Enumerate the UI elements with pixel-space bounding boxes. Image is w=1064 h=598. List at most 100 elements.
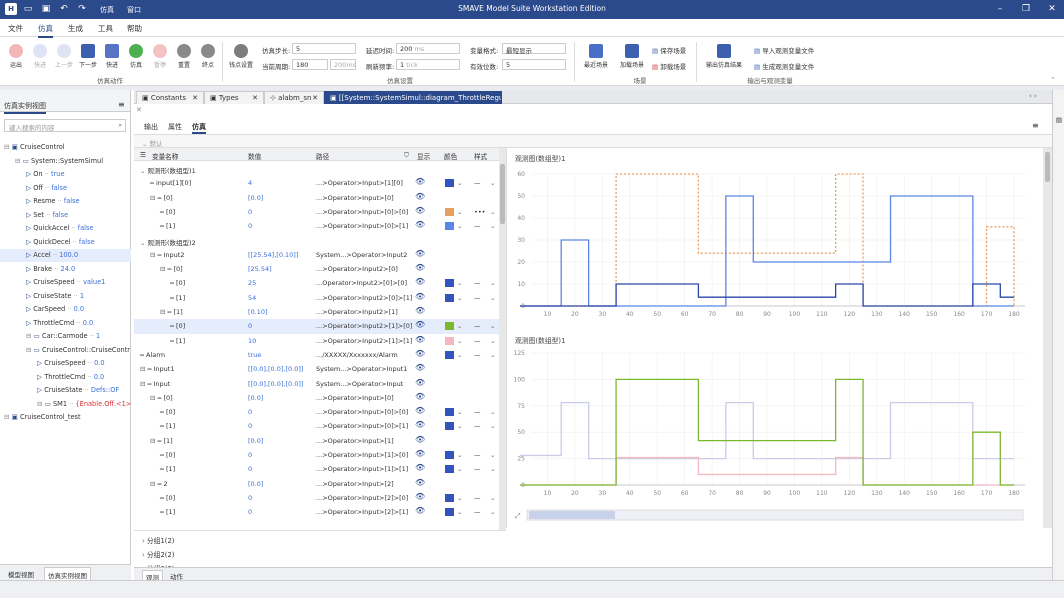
tree-item[interactable]: ▷ QuickDecel ·· false bbox=[0, 236, 131, 249]
group-item[interactable]: › 分组1(2) bbox=[142, 535, 174, 545]
chevron-down-icon[interactable]: ⌄ bbox=[490, 422, 495, 430]
step-forward-button[interactable]: 下一步 bbox=[76, 44, 100, 69]
line-style[interactable]: — bbox=[474, 408, 481, 416]
table-row[interactable]: ⌄ 观测形(数组型)2 bbox=[134, 234, 499, 248]
reset-button[interactable]: 重置 bbox=[172, 44, 196, 69]
tab-alabm[interactable]: ⊹ alabm_sn ✕ bbox=[264, 91, 324, 104]
pause-button[interactable]: 暂停 bbox=[148, 44, 172, 69]
close-icon[interactable]: ✕ bbox=[1046, 3, 1058, 15]
delay-time-input[interactable]: 200 ms bbox=[396, 43, 460, 54]
close-pane-icon[interactable]: ✕ bbox=[136, 106, 142, 114]
table-row[interactable]: ⌄ 观测形(数组型)1 bbox=[134, 162, 499, 176]
table-row[interactable]: ═ [1] 0 ...>Operator>Input>[2]>[1] 👁 ⌄ — ⌄ bbox=[134, 505, 499, 519]
visibility-eye-icon[interactable]: 👁 bbox=[415, 306, 425, 315]
filter-icon[interactable]: ⛉ bbox=[404, 151, 409, 160]
chevron-down-icon[interactable]: ⌄ bbox=[457, 451, 462, 459]
visibility-eye-icon[interactable]: 👁 bbox=[415, 177, 425, 186]
color-swatch[interactable] bbox=[445, 207, 454, 216]
visibility-eye-icon[interactable]: 👁 bbox=[415, 249, 425, 258]
import-observe-button[interactable]: ▤ 导入观测变量文件 bbox=[754, 45, 814, 55]
tree-item[interactable]: ⊟ ▭ SM1 ·· {Enable.Off.<1> bbox=[0, 398, 131, 411]
table-row[interactable]: ═ [1] 0 ...>Operator>Input>[0]>[1] 👁 ⌄ — ⌄ bbox=[134, 219, 499, 233]
end-button[interactable]: 终点 bbox=[196, 44, 220, 69]
save-scene-button[interactable]: ▤ 保存场景 bbox=[652, 45, 686, 55]
recent-scene-button[interactable]: 最近场景 bbox=[580, 44, 612, 69]
table-row[interactable]: ⊟ ═ [1] [0.10] ...>Operator>Input2>[1] 👁 bbox=[134, 305, 499, 319]
color-swatch[interactable] bbox=[445, 350, 454, 359]
step-back-button[interactable]: 上一步 bbox=[52, 44, 76, 69]
load-scene-button[interactable]: 加载场景 bbox=[616, 44, 648, 69]
chevron-down-icon[interactable]: ⌄ bbox=[490, 322, 495, 330]
tree-item[interactable]: ⊟ ▣ CruiseControl_test bbox=[0, 411, 131, 424]
color-swatch[interactable] bbox=[445, 465, 454, 474]
visibility-eye-icon[interactable]: 👁 bbox=[415, 392, 425, 401]
visibility-eye-icon[interactable]: 👁 bbox=[415, 492, 425, 501]
visibility-eye-icon[interactable]: 👁 bbox=[415, 335, 425, 344]
subtab-output[interactable]: 输出 bbox=[144, 122, 158, 132]
tree-item[interactable]: ▷ Resme ·· false bbox=[0, 195, 131, 208]
chevron-down-icon[interactable]: ⌄ bbox=[490, 351, 495, 359]
menu-generate[interactable]: 生成 bbox=[68, 23, 83, 34]
color-swatch[interactable] bbox=[445, 293, 454, 302]
panel-menu-icon[interactable]: ≡ bbox=[118, 100, 125, 109]
tree-item[interactable]: ▷ CruiseState ·· 1 bbox=[0, 290, 131, 303]
table-row[interactable]: ⊟ ═ [0] [25.54] ...>Operator>Input2>[0] 👁 bbox=[134, 262, 499, 276]
visibility-eye-icon[interactable]: 👁 bbox=[415, 277, 425, 286]
visibility-eye-icon[interactable]: 👁 bbox=[415, 406, 425, 415]
chevron-down-icon[interactable]: ⌄ bbox=[490, 179, 495, 187]
digits-input[interactable]: 5 bbox=[502, 59, 566, 70]
color-swatch[interactable] bbox=[445, 336, 454, 345]
line-style[interactable]: — bbox=[474, 494, 481, 502]
line-style[interactable]: — bbox=[474, 294, 481, 302]
tree-item[interactable]: ▷ CruiseState ·· Defs::OF bbox=[0, 384, 131, 397]
color-swatch[interactable] bbox=[445, 179, 454, 188]
color-swatch[interactable] bbox=[445, 279, 454, 288]
visibility-eye-icon[interactable]: 👁 bbox=[415, 506, 425, 515]
menu-help[interactable]: 帮助 bbox=[127, 23, 142, 34]
chevron-down-icon[interactable]: ⌄ bbox=[457, 322, 462, 330]
chevron-down-icon[interactable]: ⌄ bbox=[457, 208, 462, 216]
color-swatch[interactable] bbox=[445, 422, 454, 431]
tree-item[interactable]: ▷ CruiseSpeed ·· 0.0 bbox=[0, 357, 131, 370]
chevron-down-icon[interactable]: ⌄ bbox=[457, 222, 462, 230]
visibility-eye-icon[interactable]: 👁 bbox=[415, 435, 425, 444]
chevron-down-icon[interactable]: ⌄ bbox=[490, 294, 495, 302]
color-swatch[interactable] bbox=[445, 493, 454, 502]
table-row[interactable]: ⊟ ═ Input1 [[0.0],[0.0],[0.0]] System...>O… bbox=[134, 362, 499, 376]
period-ms-input[interactable]: 200ms bbox=[330, 59, 356, 70]
simulate-button[interactable]: 仿真 bbox=[124, 44, 148, 69]
tree-item[interactable]: ▷ CruiseSpeed ·· value1 bbox=[0, 276, 131, 289]
tab-types[interactable]: ▣ Types ✕ bbox=[204, 91, 264, 104]
group-item[interactable]: › 分组2(2) bbox=[142, 549, 174, 559]
table-row[interactable]: ═ [0] 0 ...>Operator>Input>[1]>[0] 👁 ⌄ — ⌄ bbox=[134, 448, 499, 462]
line-style[interactable]: — bbox=[474, 222, 481, 230]
fast-back-button[interactable]: 快进 bbox=[28, 44, 52, 69]
side-tab-icon[interactable]: ▤ bbox=[1055, 116, 1063, 124]
tree-item[interactable]: ▷ QuickAccel ·· false bbox=[0, 222, 131, 235]
chevron-down-icon[interactable]: ⌄ bbox=[490, 465, 495, 473]
visibility-eye-icon[interactable]: 👁 bbox=[415, 463, 425, 472]
table-row[interactable]: ═ Alarm true .../XXXXX/Xxxxxxx/Alarm 👁 ⌄ — ⌄ bbox=[134, 348, 499, 362]
tree-item[interactable]: ⊟ ▣ CruiseControl bbox=[0, 141, 131, 154]
color-swatch[interactable] bbox=[445, 322, 454, 331]
table-row[interactable]: ⊟ ═ [0] [0.0] ...>Operator>Input>[0] 👁 bbox=[134, 391, 499, 405]
visibility-eye-icon[interactable]: 👁 bbox=[415, 478, 425, 487]
line-style[interactable]: — bbox=[474, 337, 481, 345]
table-row[interactable]: ⊟ ═ [0] [0.0] ...>Operator>Input>[0] 👁 bbox=[134, 191, 499, 205]
tree-item[interactable]: ⊟ ▭ Car::Carmode ·· 1 bbox=[0, 330, 131, 343]
table-row[interactable]: ═ [1] 10 ...>Operator>Input2>[1]>[1] 👁 ⌄ — ⌄ bbox=[134, 334, 499, 348]
var-format-select[interactable]: 最短显示 bbox=[502, 43, 566, 55]
unload-scene-button[interactable]: ▤ 卸载场景 bbox=[652, 61, 686, 71]
filter-default[interactable]: ⌄ 默认 bbox=[142, 138, 163, 148]
chevron-down-icon[interactable]: ⌄ bbox=[457, 465, 462, 473]
visibility-eye-icon[interactable]: 👁 bbox=[415, 220, 425, 229]
line-style[interactable]: — bbox=[474, 179, 481, 187]
line-style[interactable]: ••• bbox=[474, 208, 486, 216]
visibility-eye-icon[interactable]: 👁 bbox=[415, 292, 425, 301]
line-style[interactable]: — bbox=[474, 351, 481, 359]
table-row[interactable]: ═ [0] 0 ...>Operator>Input>[0]>[0] 👁 ⌄ ••• ⌄ bbox=[134, 205, 499, 219]
minimize-icon[interactable]: – bbox=[994, 3, 1006, 15]
table-row[interactable]: ═ [0] 0 ...>Operator>Input>[0]>[0] 👁 ⌄ — ⌄ bbox=[134, 405, 499, 419]
chevron-down-icon[interactable]: ⌄ bbox=[490, 494, 495, 502]
current-period-input[interactable]: 180 bbox=[292, 59, 328, 70]
